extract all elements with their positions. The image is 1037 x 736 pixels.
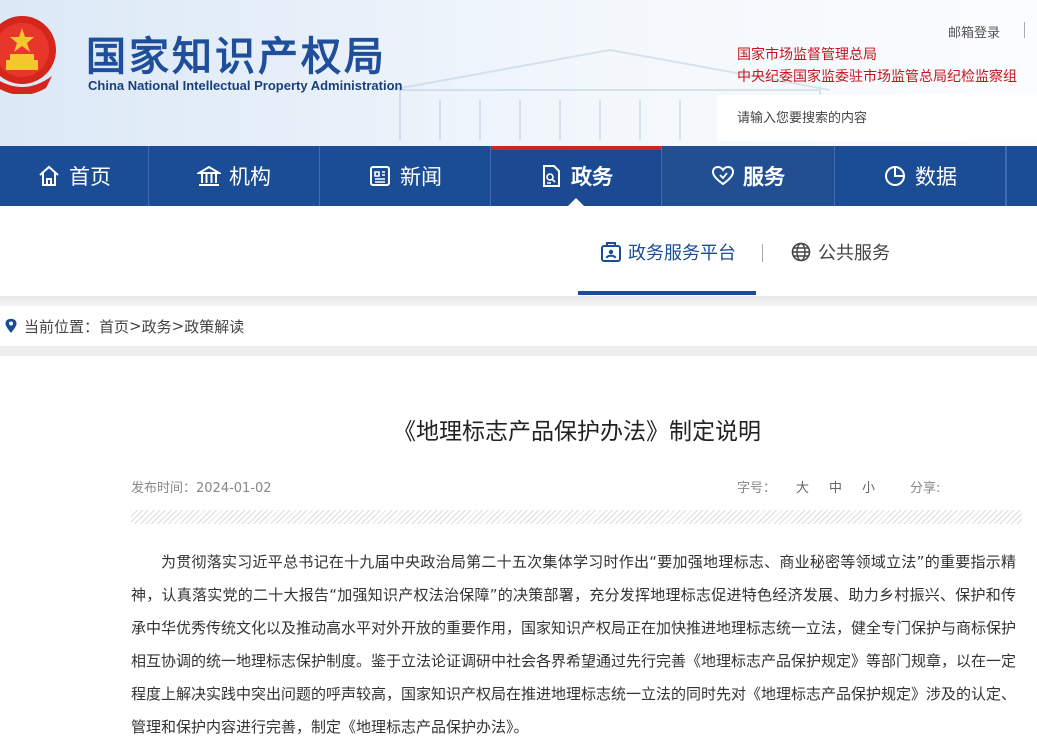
main-nav: 首页 机构 新闻 政务 服务 数据 <box>0 146 1037 206</box>
nav-label: 政务 <box>571 165 613 189</box>
nav-label: 服务 <box>743 165 785 189</box>
building-icon <box>197 165 221 186</box>
hatch-divider <box>131 510 1022 524</box>
breadcrumb-government[interactable]: 政务 <box>142 316 172 337</box>
active-tab-indicator <box>578 291 756 295</box>
location-pin-icon <box>5 318 17 333</box>
nav-item-more[interactable] <box>1006 146 1037 206</box>
nav-label: 新闻 <box>400 165 442 189</box>
subnav-label: 政务服务平台 <box>628 243 736 264</box>
font-size-small-button[interactable]: 小 <box>862 477 875 496</box>
newspaper-icon <box>370 166 390 186</box>
site-name[interactable]: 国家知识产权局 <box>86 24 387 82</box>
breadcrumb-separator: > <box>129 317 142 335</box>
search-input[interactable] <box>737 107 1037 129</box>
font-size-control: 字号： 大 中 小 <box>737 477 875 496</box>
search-box <box>717 95 1037 141</box>
nav-label: 首页 <box>69 165 111 189</box>
document-icon <box>543 165 560 187</box>
publish-label: 发布时间： <box>131 481 197 496</box>
mail-login-link[interactable]: 邮箱登录 <box>948 22 1000 41</box>
service-platform-icon <box>601 242 621 262</box>
publish-date: 发布时间：2024-01-02 <box>131 477 272 496</box>
nav-item-organization[interactable]: 机构 <box>149 146 320 206</box>
breadcrumb-separator: > <box>171 317 185 335</box>
page: 国家知识产权局 China National Intellectual Prop… <box>0 0 1037 736</box>
publish-date-value: 2024-01-02 <box>196 481 272 496</box>
nav-item-government[interactable]: 政务 <box>491 146 662 206</box>
site-name-en: China National Intellectual Property Adm… <box>88 78 403 93</box>
section-divider <box>0 296 1037 306</box>
national-emblem-icon <box>0 16 56 94</box>
share-label: 分享: <box>910 481 941 496</box>
breadcrumb-home[interactable]: 首页 <box>99 316 129 337</box>
article-title: 《地理标志产品保护办法》制定说明 <box>393 419 761 445</box>
breadcrumb-policy[interactable]: 政策解读 <box>184 316 244 337</box>
divider <box>1024 22 1025 38</box>
nav-item-data[interactable]: 数据 <box>835 146 1006 206</box>
font-size-large-button[interactable]: 大 <box>796 477 809 496</box>
font-size-medium-button[interactable]: 中 <box>829 477 842 496</box>
breadcrumb: 当前位置： 首页 > 政务 > 政策解读 <box>0 306 1037 346</box>
subnav-item-public-service[interactable]: 公共服务 <box>790 239 890 265</box>
nav-item-news[interactable]: 新闻 <box>320 146 491 206</box>
site-header: 国家知识产权局 China National Intellectual Prop… <box>0 0 1037 146</box>
nav-label: 机构 <box>229 165 271 189</box>
discipline-inspection-link[interactable]: 中央纪委国家监委驻市场监管总局纪检监察组 <box>737 66 1017 86</box>
subnav-item-service-platform[interactable]: 政务服务平台 <box>600 239 736 265</box>
globe-icon <box>791 242 811 262</box>
section-divider <box>0 346 1037 356</box>
nav-item-service[interactable]: 服务 <box>662 146 835 206</box>
pie-chart-icon <box>885 166 905 186</box>
nav-item-home[interactable]: 首页 <box>0 146 149 206</box>
breadcrumb-prefix: 当前位置： <box>24 317 100 336</box>
article-body: 为贯彻落实习近平总书记在十九届中央政治局第二十五次集体学习时作出“要加强地理标志… <box>131 553 1017 736</box>
divider <box>762 244 763 262</box>
subnav-label: 公共服务 <box>818 243 890 264</box>
heart-hand-icon <box>711 165 735 186</box>
sub-nav: 政务服务平台 公共服务 <box>0 206 1037 296</box>
home-icon <box>39 165 59 186</box>
nav-label: 数据 <box>915 165 957 189</box>
font-size-label: 字号： <box>737 481 777 496</box>
samr-link[interactable]: 国家市场监督管理总局 <box>737 44 877 64</box>
